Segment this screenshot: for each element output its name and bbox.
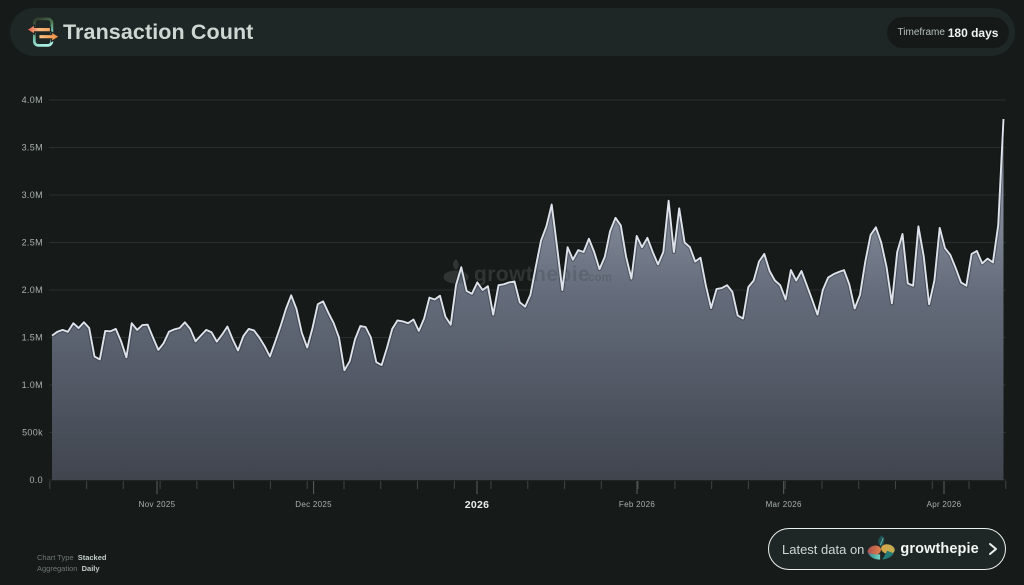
svg-text:2.5M: 2.5M <box>22 237 43 247</box>
svg-text:Dec 2025: Dec 2025 <box>295 500 332 509</box>
svg-text:1.5M: 1.5M <box>22 332 43 342</box>
svg-text:500k: 500k <box>22 427 43 437</box>
svg-text:Nov 2025: Nov 2025 <box>139 500 176 509</box>
svg-text:1.0M: 1.0M <box>22 380 43 390</box>
svg-text:.com: .com <box>585 272 612 284</box>
svg-text:Mar 2026: Mar 2026 <box>766 500 802 509</box>
svg-text:0.0: 0.0 <box>29 475 43 485</box>
svg-text:Apr 2026: Apr 2026 <box>927 500 962 509</box>
svg-text:2.0M: 2.0M <box>22 285 43 295</box>
svg-text:3.5M: 3.5M <box>22 142 43 152</box>
svg-text:Feb 2026: Feb 2026 <box>619 500 655 509</box>
svg-text:3.0M: 3.0M <box>22 190 43 200</box>
svg-text:2026: 2026 <box>465 499 490 511</box>
svg-text:4.0M: 4.0M <box>22 95 43 105</box>
